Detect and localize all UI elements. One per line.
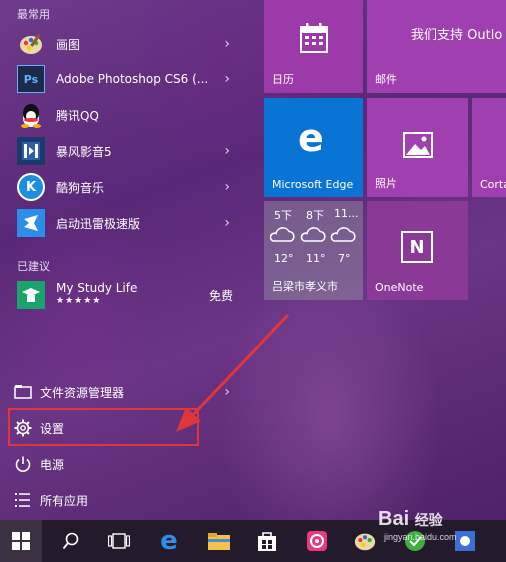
task-view-button[interactable] bbox=[98, 520, 140, 562]
taskbar-edge[interactable]: e bbox=[148, 520, 190, 562]
store-icon bbox=[258, 532, 276, 551]
taskbar-music-app[interactable] bbox=[296, 520, 338, 562]
folder-icon bbox=[208, 533, 230, 550]
taskbar-search-button[interactable] bbox=[50, 520, 92, 562]
annotation-arrow bbox=[176, 313, 290, 432]
windows-icon bbox=[12, 532, 30, 550]
edge-icon: e bbox=[160, 526, 178, 556]
task-view-icon bbox=[108, 533, 130, 549]
paint-icon bbox=[354, 533, 376, 551]
start-button[interactable] bbox=[0, 520, 42, 562]
app-icon bbox=[455, 531, 475, 551]
taskbar-file-explorer[interactable] bbox=[198, 520, 240, 562]
watermark-url: jingyan.baidu.com bbox=[384, 532, 457, 542]
watermark-brand-text: Bai bbox=[378, 508, 410, 530]
search-icon bbox=[62, 532, 79, 550]
taskbar-store[interactable] bbox=[246, 520, 288, 562]
music-app-icon bbox=[307, 531, 327, 551]
watermark-brand-text-2: 经验 bbox=[414, 512, 443, 528]
watermark-brand: Bai 经验 bbox=[378, 508, 443, 531]
